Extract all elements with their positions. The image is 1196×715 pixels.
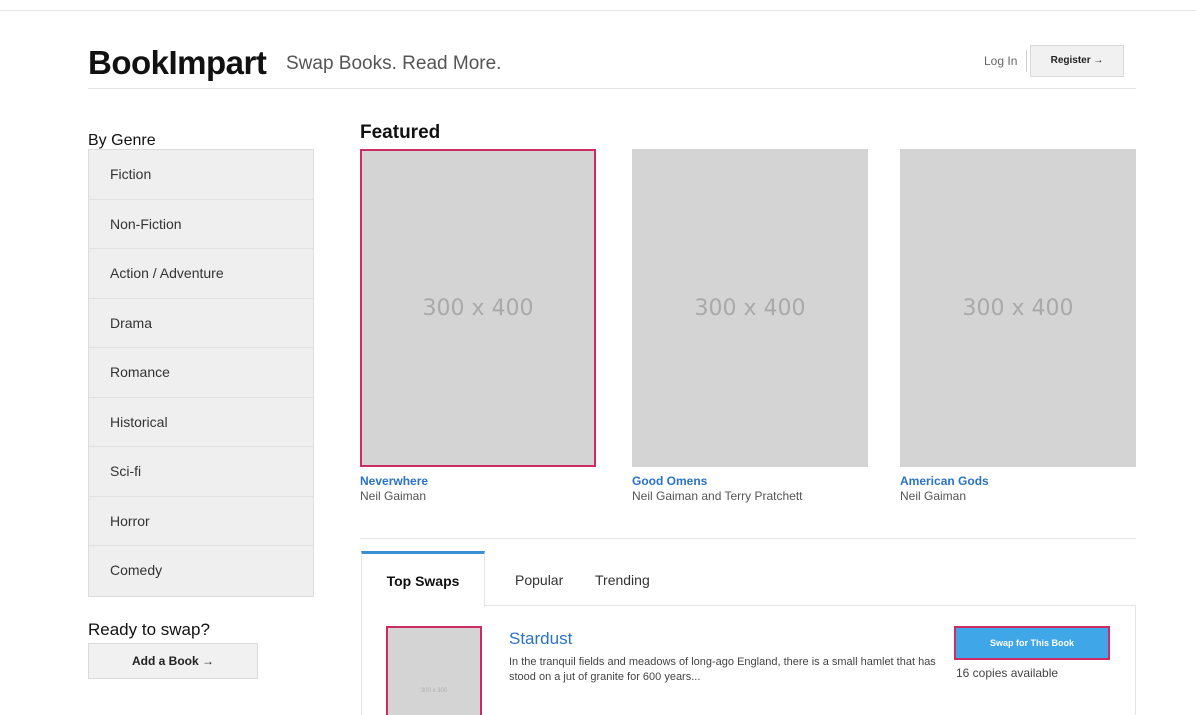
genre-list: Fiction Non-Fiction Action / Adventure D…	[88, 149, 314, 597]
genre-item-action-adventure[interactable]: Action / Adventure	[89, 249, 313, 299]
book-cover-placeholder[interactable]: 300 x 400	[360, 149, 596, 467]
featured-heading: Featured	[360, 122, 441, 143]
genre-item-romance[interactable]: Romance	[89, 348, 313, 398]
book-author: Neil Gaiman	[360, 489, 427, 503]
swap-book-thumbnail[interactable]: 300 x 300	[386, 626, 482, 715]
featured-divider	[360, 538, 1136, 539]
featured-book-card[interactable]: 300 x 400 American Gods Neil Gaiman	[900, 149, 1136, 503]
add-book-button[interactable]: Add a Book →	[88, 643, 258, 679]
book-author: Neil Gaiman and Terry Pratchett	[632, 489, 803, 503]
login-link[interactable]: Log In	[984, 54, 1017, 68]
book-cover-placeholder[interactable]: 300 x 400	[632, 149, 868, 467]
ready-to-swap-heading: Ready to swap?	[88, 620, 210, 639]
genre-heading: By Genre	[88, 132, 156, 149]
genre-item-drama[interactable]: Drama	[89, 298, 313, 348]
swap-book-title-link[interactable]: Stardust	[509, 629, 572, 649]
genre-item-sci-fi[interactable]: Sci-fi	[89, 447, 313, 497]
tab-top-swaps[interactable]: Top Swaps	[361, 551, 485, 607]
book-title-link[interactable]: American Gods	[900, 474, 1136, 488]
featured-book-card[interactable]: 300 x 400 Good Omens Neil Gaiman and Ter…	[632, 149, 868, 503]
book-cover-placeholder[interactable]: 300 x 400	[900, 149, 1136, 467]
swap-book-description: In the tranquil fields and meadows of lo…	[509, 656, 936, 683]
site-logo[interactable]: BookImpart	[88, 44, 267, 82]
genre-item-non-fiction[interactable]: Non-Fiction	[89, 199, 313, 249]
swap-for-this-book-button[interactable]: Swap for This Book	[954, 626, 1110, 660]
genre-item-fiction[interactable]: Fiction	[89, 150, 313, 200]
book-title-link[interactable]: Neverwhere	[360, 474, 596, 488]
genre-item-horror[interactable]: Horror	[89, 496, 313, 546]
tab-popular[interactable]: Popular	[515, 551, 563, 605]
book-title-link[interactable]: Good Omens	[632, 474, 868, 488]
tab-trending[interactable]: Trending	[595, 551, 650, 605]
top-divider	[0, 10, 1196, 11]
genre-item-comedy[interactable]: Comedy	[89, 546, 313, 596]
featured-book-card[interactable]: 300 x 400 Neverwhere Neil Gaiman	[360, 149, 596, 503]
copies-available: 16 copies available	[956, 666, 1059, 680]
book-author: Neil Gaiman	[900, 489, 967, 503]
register-button[interactable]: Register →	[1030, 45, 1124, 77]
site-tagline: Swap Books. Read More.	[286, 53, 502, 74]
site-header: BookImpart Swap Books. Read More. Log In…	[88, 40, 1136, 88]
header-separator	[1026, 50, 1027, 72]
genre-item-historical[interactable]: Historical	[89, 397, 313, 447]
header-divider	[88, 88, 1136, 89]
